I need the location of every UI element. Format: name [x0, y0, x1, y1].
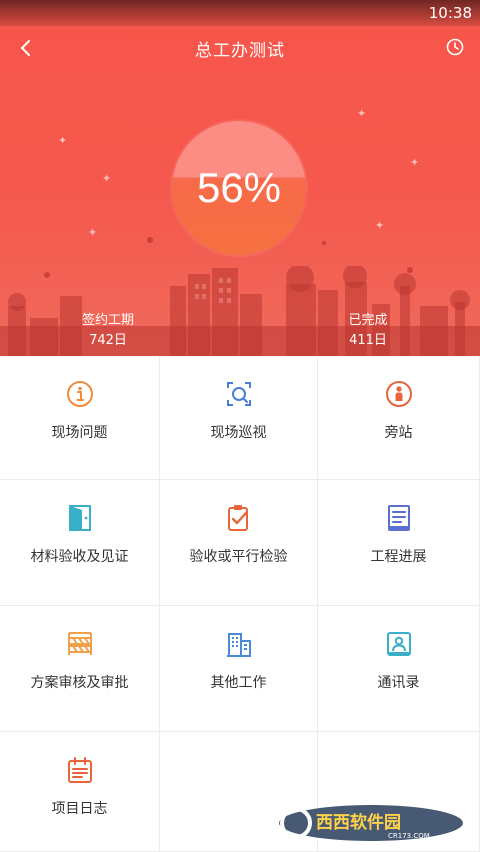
- contract-duration-value: 742日: [89, 333, 127, 348]
- completed-duration-stat: 已完成 411日: [330, 311, 406, 351]
- menu-item-label: 通讯录: [377, 675, 420, 691]
- menu-item-material-acceptance[interactable]: 材料验收及见证: [0, 480, 160, 606]
- menu-item-project-progress[interactable]: 工程进展: [318, 480, 480, 606]
- menu-item-label: 工程进展: [370, 549, 427, 565]
- page-title: 总工办测试: [195, 41, 285, 61]
- menu-item-site-issues[interactable]: 现场问题: [0, 356, 160, 480]
- menu-item-label: 现场问题: [51, 425, 108, 441]
- menu-item-contacts[interactable]: 通讯录: [318, 606, 480, 732]
- menu-item-label: 材料验收及见证: [30, 549, 129, 565]
- document-list-icon: [387, 505, 410, 531]
- status-time: 10:38: [428, 4, 472, 22]
- feature-grid: 现场问题 现场巡视 旁站 材料验收及见证 验收或平行检验 工程进展 方案审核及审…: [0, 356, 480, 852]
- completed-duration-label: 已完成: [348, 313, 388, 328]
- contract-duration-label: 签约工期: [81, 313, 134, 328]
- sparkle-icon: ✦: [102, 172, 112, 185]
- sparkle-icon: ✦: [58, 134, 68, 147]
- menu-item-label: 项目日志: [51, 801, 108, 817]
- watermark-logo: 西西软件园 CR173.COM: [279, 805, 463, 841]
- menu-item-site-inspection[interactable]: 现场巡视: [160, 356, 318, 480]
- decor-dot: [322, 241, 326, 245]
- menu-item-label: 旁站: [384, 425, 413, 441]
- menu-item-label: 其他工作: [210, 675, 267, 691]
- menu-item-label: 现场巡视: [210, 425, 267, 441]
- info-icon: [66, 381, 93, 407]
- building-icon: [226, 633, 251, 657]
- progress-circle: 56%: [172, 121, 306, 255]
- decor-dot: [147, 237, 153, 243]
- menu-item-side-station[interactable]: 旁站: [318, 356, 480, 480]
- contact-book-icon: [386, 632, 411, 656]
- door-icon: [68, 505, 91, 531]
- calendar-log-icon: [67, 757, 92, 783]
- watermark-text: 西西软件园: [316, 812, 401, 833]
- sparkle-icon: ✦: [375, 219, 385, 232]
- person-station-icon: [385, 381, 412, 407]
- header: 10:38 总工办测试 ✦ ✦ ✦ ✦ ✦ ✦ 56% 签约工期 742日 已完…: [0, 0, 480, 356]
- clock-icon: [446, 38, 464, 56]
- barrier-icon: [67, 632, 92, 655]
- sparkle-icon: ✦: [410, 156, 420, 169]
- completed-duration-value: 411日: [349, 333, 387, 348]
- inspection-camera-icon: [226, 382, 251, 406]
- menu-item-parallel-inspection[interactable]: 验收或平行检验: [160, 480, 318, 606]
- contract-duration-stat: 签约工期 742日: [70, 311, 146, 351]
- progress-percentage: 56%: [196, 164, 282, 211]
- menu-item-label: 验收或平行检验: [189, 549, 288, 565]
- menu-item-other-work[interactable]: 其他工作: [160, 606, 318, 732]
- menu-item-label: 方案审核及审批: [30, 675, 129, 691]
- sparkle-icon: ✦: [357, 107, 367, 120]
- menu-item-plan-review[interactable]: 方案审核及审批: [0, 606, 160, 732]
- status-bar: 10:38: [0, 0, 480, 26]
- clipboard-check-icon: [227, 505, 248, 531]
- history-button[interactable]: [444, 36, 466, 58]
- watermark-subtext: CR173.COM: [388, 832, 430, 840]
- menu-item-project-log[interactable]: 项目日志: [0, 732, 160, 852]
- sparkle-icon: ✦: [88, 226, 98, 239]
